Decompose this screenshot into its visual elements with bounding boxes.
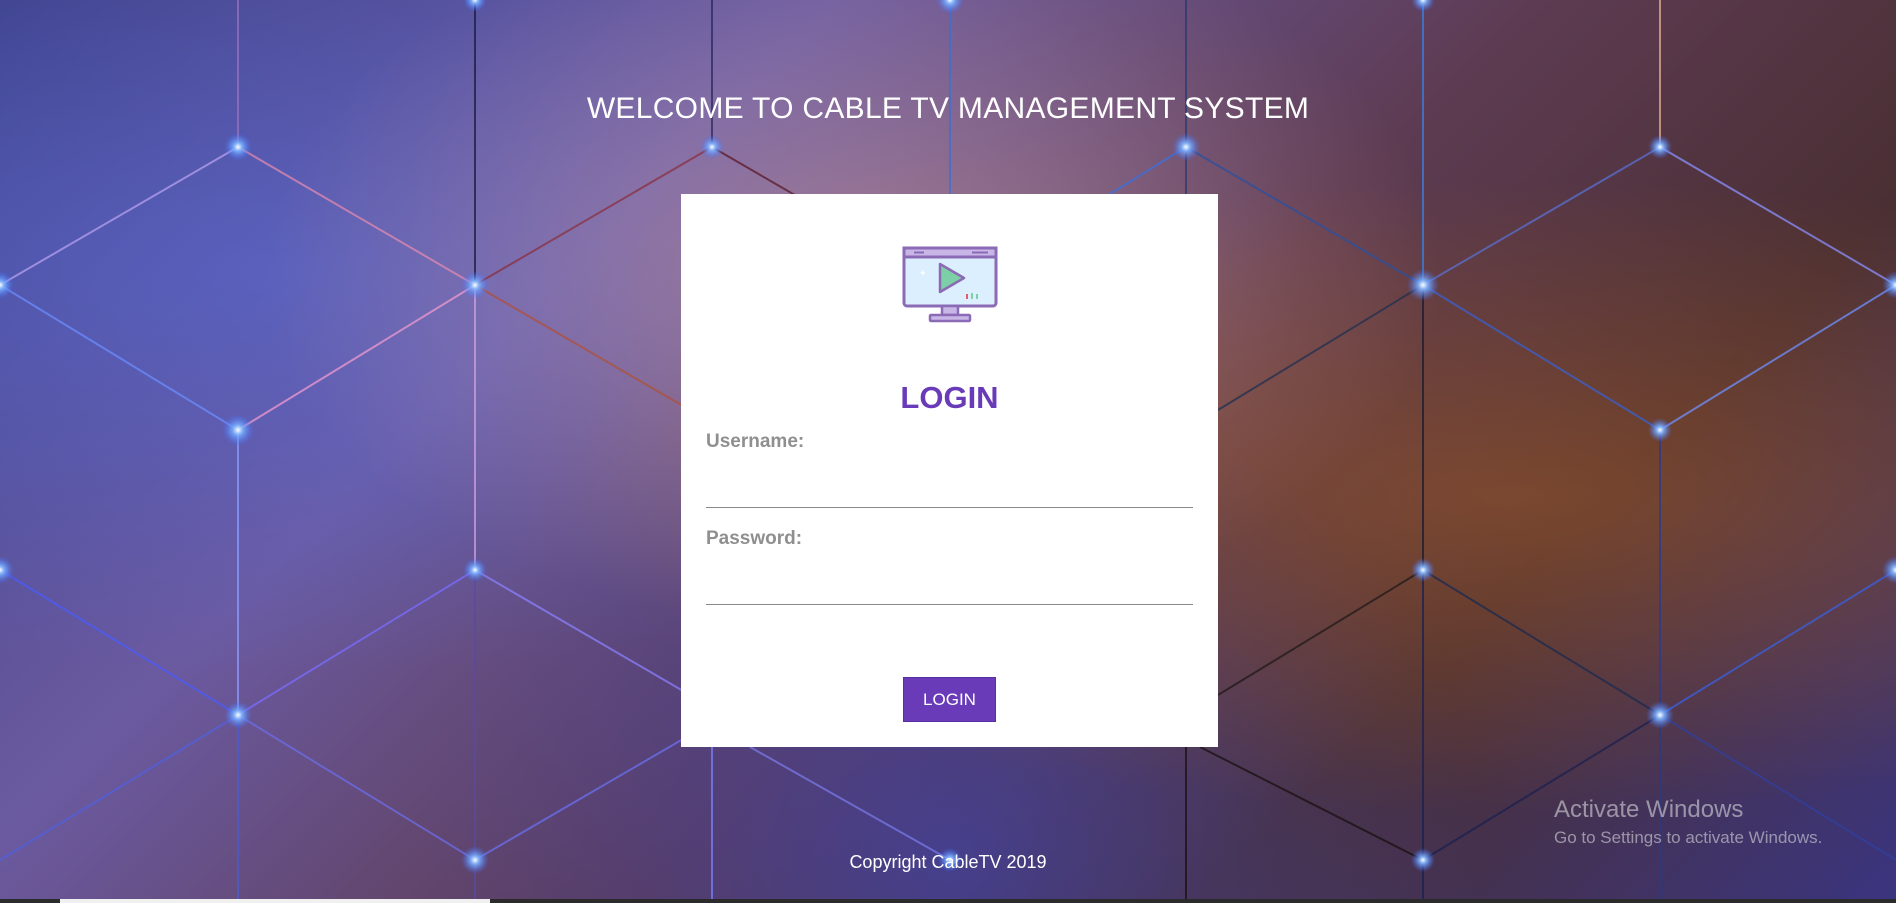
scrollbar-thumb[interactable] xyxy=(60,899,490,903)
tv-monitor-play-icon: ✦ xyxy=(902,246,998,324)
username-input[interactable] xyxy=(706,471,1193,508)
activate-windows-watermark: Activate Windows Go to Settings to activ… xyxy=(1554,796,1822,848)
copyright-text: Copyright CableTV 2019 xyxy=(849,852,1047,872)
horizontal-scrollbar[interactable] xyxy=(0,899,1896,903)
login-page: WELCOME TO CABLE TV MANAGEMENT SYSTEM ✦ … xyxy=(0,0,1896,903)
username-label: Username: xyxy=(706,431,805,452)
svg-text:✦: ✦ xyxy=(919,269,927,279)
password-label: Password: xyxy=(706,528,803,549)
activate-windows-title: Activate Windows xyxy=(1554,796,1744,823)
login-title: LOGIN xyxy=(900,380,999,415)
password-input[interactable] xyxy=(706,568,1193,605)
welcome-heading: WELCOME TO CABLE TV MANAGEMENT SYSTEM xyxy=(586,92,1310,125)
activate-windows-subtitle: Go to Settings to activate Windows. xyxy=(1554,828,1823,847)
login-card: ✦ LOGIN Username: Password: LOGIN xyxy=(681,194,1218,747)
login-button[interactable]: LOGIN xyxy=(903,677,996,722)
